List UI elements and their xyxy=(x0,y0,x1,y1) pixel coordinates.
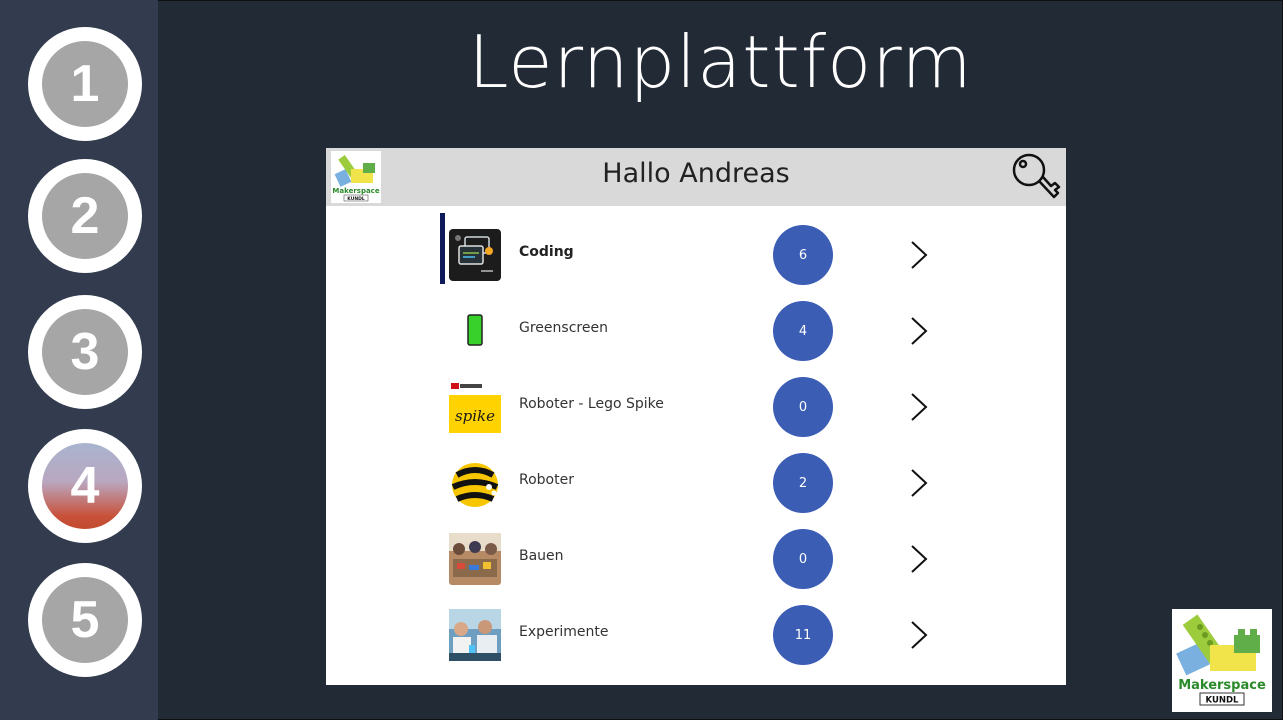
coding-icon xyxy=(449,229,501,281)
row-label: Roboter - Lego Spike xyxy=(519,396,664,412)
count-badge: 6 xyxy=(773,225,833,285)
step-1-number: 1 xyxy=(42,41,128,127)
list-item-roboter[interactable]: Roboter 2 xyxy=(326,453,1066,531)
row-label: Greenscreen xyxy=(519,320,608,336)
experiment-photo-icon xyxy=(449,609,501,661)
lego-spike-icon: spike xyxy=(449,381,501,433)
list-item-greenscreen[interactable]: Greenscreen 4 xyxy=(326,301,1066,379)
bee-robot-icon xyxy=(451,463,499,507)
chevron-right-icon[interactable] xyxy=(906,239,930,271)
count-badge: 11 xyxy=(773,605,833,665)
step-sidebar: 1 2 3 4 5 xyxy=(0,0,158,720)
count-badge: 4 xyxy=(773,301,833,361)
chevron-right-icon[interactable] xyxy=(906,543,930,575)
step-3-button[interactable]: 3 xyxy=(28,295,142,409)
step-4-number: 4 xyxy=(42,443,128,529)
step-3-number: 3 xyxy=(42,309,128,395)
count-badge: 0 xyxy=(773,529,833,589)
row-label: Roboter xyxy=(519,472,574,488)
makerspace-logo-icon: Makerspace KUNDL xyxy=(1172,609,1272,712)
building-photo-icon xyxy=(449,533,501,585)
count-badge: 0 xyxy=(773,377,833,437)
phone-greenscreen-icon xyxy=(467,314,483,346)
app-header: Makerspace KUNDL Hallo Andreas xyxy=(326,148,1066,206)
step-2-button[interactable]: 2 xyxy=(28,159,142,273)
app-window: Makerspace KUNDL Hallo Andreas Coding 6 xyxy=(326,148,1066,685)
step-4-button[interactable]: 4 xyxy=(28,429,142,543)
step-5-number: 5 xyxy=(42,577,128,663)
chevron-right-icon[interactable] xyxy=(906,315,930,347)
spike-text: spike xyxy=(455,407,495,425)
key-icon[interactable] xyxy=(1010,150,1066,204)
step-5-button[interactable]: 5 xyxy=(28,563,142,677)
slide-title: Lernplattform xyxy=(468,20,973,104)
chevron-right-icon[interactable] xyxy=(906,391,930,423)
logo-text-kundl: KUNDL xyxy=(347,196,365,202)
list-item-lego-spike[interactable]: spike Roboter - Lego Spike 0 xyxy=(326,377,1066,455)
step-2-number: 2 xyxy=(42,173,128,259)
selection-indicator xyxy=(440,213,445,284)
row-label: Bauen xyxy=(519,548,564,564)
corner-logo-text-makerspace: Makerspace xyxy=(1178,678,1266,693)
row-label: Coding xyxy=(519,244,574,260)
chevron-right-icon[interactable] xyxy=(906,619,930,651)
row-label: Experimente xyxy=(519,624,609,640)
greeting-text: Hallo Andreas xyxy=(602,158,790,189)
step-1-button[interactable]: 1 xyxy=(28,27,142,141)
corner-logo-text-kundl: KUNDL xyxy=(1206,696,1240,706)
list-item-coding[interactable]: Coding 6 xyxy=(326,213,1066,303)
list-item-experimente[interactable]: Experimente 11 xyxy=(326,605,1066,683)
list-item-bauen[interactable]: Bauen 0 xyxy=(326,529,1066,607)
count-badge: 2 xyxy=(773,453,833,513)
chevron-right-icon[interactable] xyxy=(906,467,930,499)
